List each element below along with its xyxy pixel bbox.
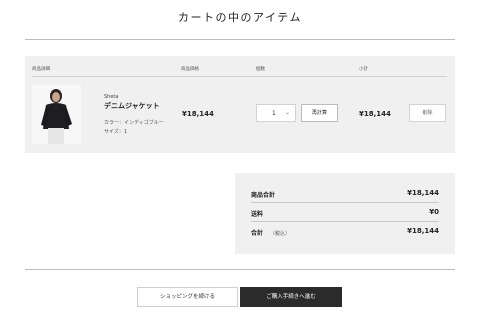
header-divider: [32, 76, 447, 77]
items-total-label: 商品合計: [251, 192, 276, 199]
column-header-price: 商品価格: [181, 67, 199, 72]
unit-price: ¥18,144: [182, 110, 214, 118]
top-divider: [25, 39, 455, 40]
items-total-value: ¥18,144: [407, 189, 439, 197]
column-header-subtotal: 小計: [359, 67, 368, 72]
order-summary: 商品合計 ¥18,144 送料 ¥0 合計 （税込） ¥18,144: [235, 173, 455, 254]
summary-divider: [251, 221, 439, 222]
product-name[interactable]: デニムジャケット: [104, 101, 160, 111]
recalculate-button[interactable]: 再計算: [301, 104, 338, 122]
cart-table: 商品詳細 商品価格 個数 小計 Sheta デニムジャケット カラー：インディゴ…: [25, 56, 455, 153]
line-subtotal: ¥18,144: [359, 110, 391, 118]
product-color: カラー：インディゴブルー: [104, 120, 164, 126]
column-header-quantity: 個数: [256, 67, 265, 72]
continue-shopping-button[interactable]: ショッピングを続ける: [137, 287, 238, 307]
remove-button[interactable]: 削除: [409, 104, 446, 122]
bottom-divider: [25, 269, 455, 270]
checkout-button[interactable]: ご購入手続きへ進む: [240, 287, 342, 307]
shipping-value: ¥0: [429, 208, 439, 216]
chevron-down-icon: ⌄: [284, 109, 290, 116]
product-size: サイズ：1: [104, 129, 128, 135]
product-brand: Sheta: [104, 94, 119, 100]
summary-divider: [251, 202, 439, 203]
grand-total-label: 合計 （税込）: [251, 228, 290, 237]
page-title: カートの中のアイテム: [178, 11, 302, 24]
shipping-label: 送料: [251, 211, 264, 218]
product-image[interactable]: [32, 85, 81, 144]
grand-total-text: 合計: [251, 230, 264, 237]
tax-note: （税込）: [270, 231, 291, 237]
column-header-product: 商品詳細: [32, 67, 50, 72]
quantity-select[interactable]: 1 ⌄: [256, 104, 296, 122]
grand-total-value: ¥18,144: [407, 227, 439, 235]
quantity-value: 1: [272, 110, 276, 117]
